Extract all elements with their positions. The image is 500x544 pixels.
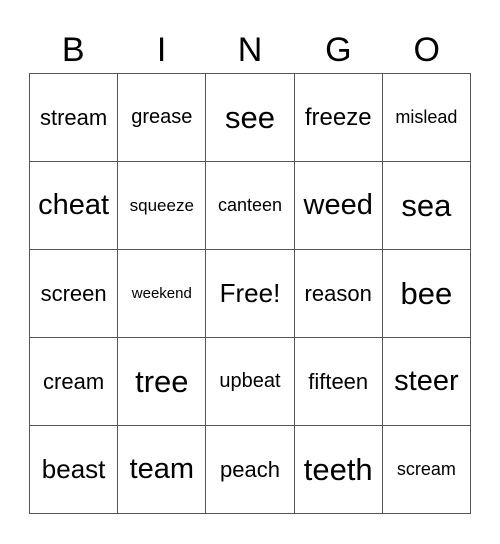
header-letter-o: O: [413, 31, 440, 69]
bingo-cell[interactable]: see: [206, 74, 295, 162]
bingo-cell[interactable]: fifteen: [294, 338, 383, 426]
bingo-cell[interactable]: weed: [294, 162, 383, 250]
bingo-cell[interactable]: mislead: [382, 74, 471, 162]
bingo-cell[interactable]: beast: [30, 426, 119, 514]
header-letter-g: G: [325, 31, 352, 69]
bingo-cell[interactable]: screen: [30, 250, 119, 338]
bingo-cell[interactable]: weekend: [118, 250, 207, 338]
bingo-cell[interactable]: bee: [382, 250, 471, 338]
bingo-cell[interactable]: reason: [294, 250, 383, 338]
bingo-cell[interactable]: canteen: [206, 162, 295, 250]
bingo-cell[interactable]: steer: [382, 338, 471, 426]
bingo-cell[interactable]: tree: [118, 338, 207, 426]
bingo-cell[interactable]: scream: [382, 426, 471, 514]
bingo-cell[interactable]: teeth: [294, 426, 383, 514]
bingo-cell[interactable]: sea: [382, 162, 471, 250]
free-space-cell[interactable]: Free!: [206, 250, 295, 338]
bingo-cell[interactable]: squeeze: [118, 162, 207, 250]
bingo-cell[interactable]: peach: [206, 426, 295, 514]
bingo-header: B I N G O: [29, 28, 471, 73]
header-letter-i: I: [156, 31, 167, 69]
bingo-cell[interactable]: stream: [30, 74, 119, 162]
bingo-cell[interactable]: cream: [30, 338, 119, 426]
bingo-card-grid: stream grease see freeze mislead cheat s…: [29, 73, 471, 514]
header-letter-n: N: [237, 31, 263, 69]
bingo-cell[interactable]: freeze: [294, 74, 383, 162]
bingo-cell[interactable]: cheat: [30, 162, 119, 250]
header-letter-b: B: [61, 31, 85, 69]
bingo-cell[interactable]: upbeat: [206, 338, 295, 426]
bingo-cell[interactable]: team: [118, 426, 207, 514]
bingo-cell[interactable]: grease: [118, 74, 207, 162]
